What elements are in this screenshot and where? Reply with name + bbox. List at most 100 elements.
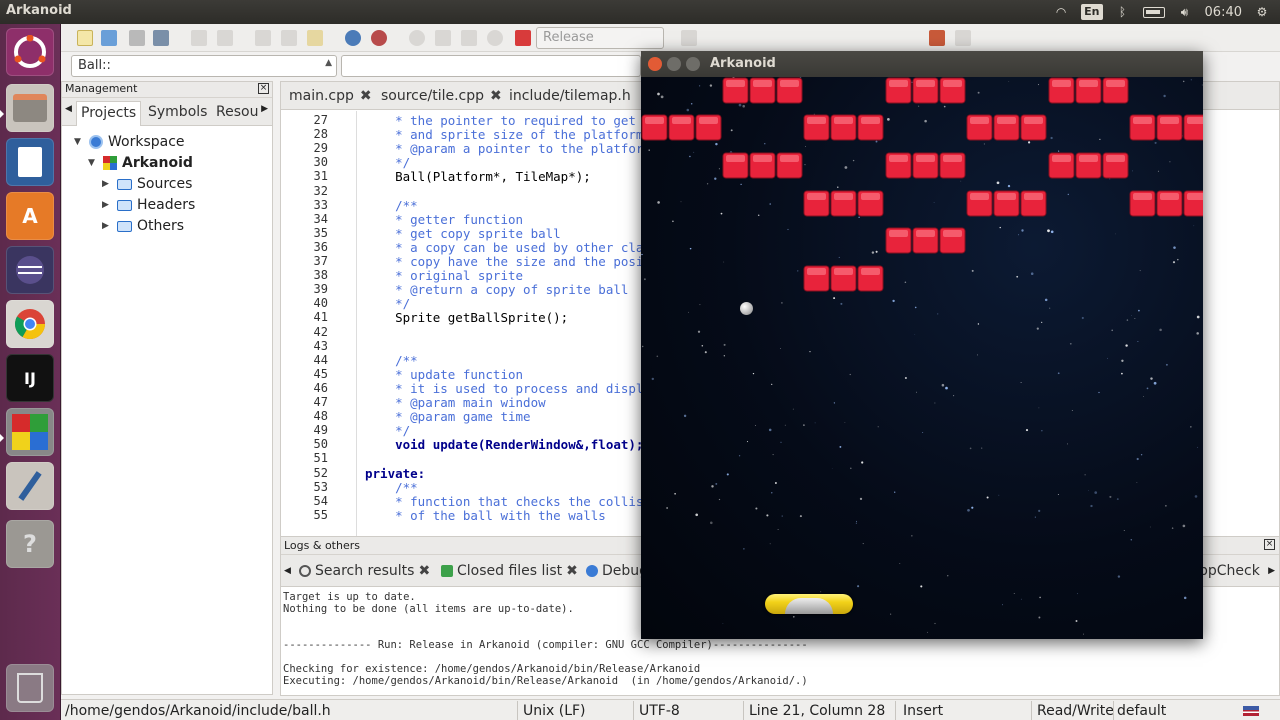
code-line[interactable]: */	[365, 296, 410, 311]
replace-icon[interactable]	[371, 30, 387, 46]
undo-icon[interactable]	[191, 30, 207, 46]
debug-run-icon[interactable]	[681, 30, 697, 46]
code-line[interactable]: void update(RenderWindow&,float);	[365, 437, 643, 452]
paste-icon[interactable]	[307, 30, 323, 46]
code-line[interactable]: private:	[365, 466, 425, 481]
build-gear-icon[interactable]	[409, 30, 425, 46]
code-line[interactable]: * function that checks the collis	[365, 494, 643, 509]
code-line[interactable]: * getter function	[365, 212, 523, 227]
close-tab-icon[interactable]: ✖	[566, 563, 578, 579]
code-line[interactable]: * a copy can be used by other cla	[365, 240, 643, 255]
clock[interactable]: 06:40	[1205, 5, 1242, 20]
close-icon[interactable]: ×	[258, 83, 269, 94]
code-line[interactable]: */	[365, 155, 410, 170]
close-tab-icon[interactable]: ✖	[418, 563, 430, 579]
code-line[interactable]: /**	[365, 480, 418, 495]
rebuild-icon[interactable]	[487, 30, 503, 46]
tree-folder-sources[interactable]: ▶ Sources	[102, 174, 192, 194]
window-maximize-button[interactable]	[686, 57, 700, 71]
editor-tab-tile-cpp[interactable]: source/tile.cpp ✖	[381, 88, 502, 104]
find-icon[interactable]	[345, 30, 361, 46]
settings-gear-icon[interactable]: ⚙	[1254, 5, 1270, 19]
code-line[interactable]: * copy have the size and the posi	[365, 254, 643, 269]
tab-scroll-right-icon[interactable]: ▶	[1268, 566, 1275, 576]
bluetooth-icon[interactable]: ᛒ	[1115, 5, 1131, 19]
tab-projects[interactable]: Projects	[76, 101, 142, 126]
tree-project[interactable]: ▼ Arkanoid	[88, 153, 193, 173]
software-center-icon[interactable]: A	[6, 192, 54, 240]
window-minimize-button[interactable]	[667, 57, 681, 71]
editor-tab-main-cpp[interactable]: main.cpp ✖	[289, 88, 372, 104]
help-icon[interactable]: ?	[6, 520, 54, 568]
code-line[interactable]: * of the ball with the walls	[365, 508, 606, 523]
code-line[interactable]: /**	[365, 353, 418, 368]
trash-icon[interactable]	[6, 664, 54, 712]
close-tab-icon[interactable]: ✖	[490, 88, 502, 104]
close-icon[interactable]: ×	[1264, 539, 1275, 550]
build-and-run-icon[interactable]	[461, 30, 477, 46]
battery-icon[interactable]	[1142, 6, 1165, 18]
redo-icon[interactable]	[217, 30, 233, 46]
debug-window-icon[interactable]	[929, 30, 945, 46]
cut-icon[interactable]	[255, 30, 271, 46]
code-line[interactable]: * @param a pointer to the platfor	[365, 141, 643, 156]
open-file-icon[interactable]	[101, 30, 117, 46]
writer-icon[interactable]	[6, 138, 54, 186]
save-all-icon[interactable]	[153, 30, 169, 46]
tree-folder-others[interactable]: ▶ Others	[102, 216, 184, 236]
function-select[interactable]	[341, 55, 641, 77]
debug-info-icon[interactable]	[955, 30, 971, 46]
wifi-icon[interactable]: ◠	[1053, 5, 1069, 19]
abort-icon[interactable]	[515, 30, 531, 46]
volume-icon[interactable]: 🔊︎	[1177, 5, 1193, 19]
tab-closed-files[interactable]: Closed files list ✖	[441, 563, 578, 579]
tab-resources[interactable]: Resou	[212, 101, 262, 126]
editor-tab-tilemap-h[interactable]: include/tilemap.h	[509, 88, 631, 104]
collapsed-arrow-icon[interactable]: ▶	[102, 179, 112, 189]
keyboard-layout-indicator[interactable]: En	[1081, 4, 1103, 20]
code-line[interactable]: * the pointer to required to get	[365, 113, 636, 128]
build-target-select[interactable]: Release	[536, 27, 664, 49]
code-line[interactable]: * original sprite	[365, 268, 523, 283]
code-line[interactable]: /**	[365, 198, 418, 213]
code-line[interactable]: * @param game time	[365, 409, 530, 424]
tab-cppcheck[interactable]: ppCheck	[1199, 563, 1260, 579]
new-file-icon[interactable]	[77, 30, 93, 46]
divider	[895, 701, 896, 720]
code-line[interactable]: * get copy sprite ball	[365, 226, 561, 241]
code-line[interactable]: * @return a copy of sprite ball	[365, 282, 628, 297]
window-close-button[interactable]	[648, 57, 662, 71]
code-line[interactable]: * it is used to process and displ	[365, 381, 643, 396]
code-line[interactable]: */	[365, 423, 410, 438]
code-line[interactable]: * and sprite size of the platform	[365, 127, 643, 142]
tree-workspace[interactable]: ▼ Workspace	[74, 132, 185, 152]
intellij-icon[interactable]: IJ	[6, 354, 54, 402]
copy-icon[interactable]	[281, 30, 297, 46]
codeblocks-icon[interactable]	[6, 408, 54, 456]
save-icon[interactable]	[129, 30, 145, 46]
tab-scroll-left-icon[interactable]: ◀	[284, 566, 291, 576]
code-line[interactable]: * @param main window	[365, 395, 546, 410]
code-line[interactable]: * update function	[365, 367, 523, 382]
collapsed-arrow-icon[interactable]: ▶	[102, 221, 112, 231]
expanded-arrow-icon[interactable]: ▼	[88, 158, 98, 168]
tab-debugger[interactable]: Debug	[586, 563, 648, 579]
tab-scroll-right-icon[interactable]: ▶	[261, 104, 268, 114]
expanded-arrow-icon[interactable]: ▼	[74, 137, 84, 147]
file-manager-icon[interactable]	[6, 84, 54, 132]
paint-brush-icon[interactable]	[6, 462, 54, 510]
tab-search-results[interactable]: Search results ✖	[299, 563, 430, 579]
tab-symbols[interactable]: Symbols	[144, 101, 211, 126]
run-icon[interactable]	[435, 30, 451, 46]
tab-scroll-left-icon[interactable]: ◀	[65, 104, 72, 114]
ubuntu-logo-icon[interactable]	[6, 28, 54, 76]
collapsed-arrow-icon[interactable]: ▶	[102, 200, 112, 210]
code-line[interactable]: Sprite getBallSprite();	[365, 310, 568, 325]
chrome-icon[interactable]	[6, 300, 54, 348]
code-line[interactable]: Ball(Platform*, TileMap*);	[365, 169, 591, 184]
close-tab-icon[interactable]: ✖	[360, 88, 372, 104]
game-playfield[interactable]	[641, 77, 1203, 639]
tree-folder-headers[interactable]: ▶ Headers	[102, 195, 195, 215]
eclipse-icon[interactable]	[6, 246, 54, 294]
scope-select[interactable]: Ball:: ▲	[71, 55, 337, 77]
